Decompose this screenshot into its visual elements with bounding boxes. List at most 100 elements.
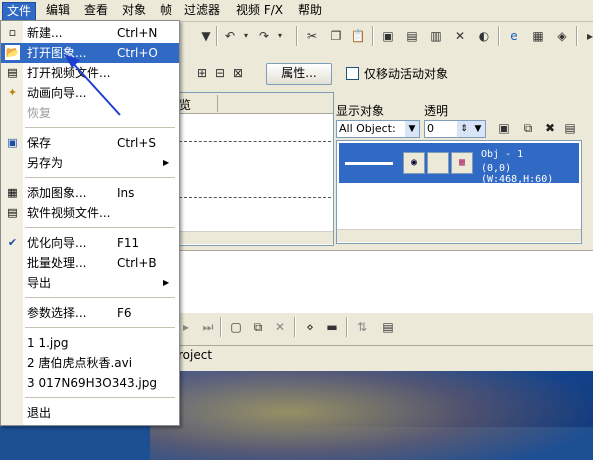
- object-row[interactable]: ◉ ▦ Obj - 1 (0,0)(W:468,H:60): [339, 143, 579, 185]
- image-icon[interactable]: ▤: [404, 28, 420, 44]
- menu-object[interactable]: 对象: [118, 2, 150, 19]
- menubar: 文件 编辑 查看 对象 帧 过滤器 视频 F/X 帮助: [0, 0, 593, 22]
- menu-divider: [25, 227, 175, 228]
- menu-item-export[interactable]: 导出 ▶: [1, 273, 179, 293]
- wizard-icon[interactable]: ◈: [554, 28, 570, 44]
- objects-select-value: All Object:: [339, 122, 396, 135]
- menu-item-recent-1[interactable]: 1 1.jpg: [1, 333, 179, 353]
- menu-item-recent-2[interactable]: 2 唐伯虎点秋香.avi: [1, 353, 179, 373]
- new-object-icon[interactable]: ▣: [496, 120, 512, 136]
- add-frame-icon[interactable]: ▢: [228, 319, 244, 335]
- menu-item-recent-3[interactable]: 3 017N69H3O343.jpg: [1, 373, 179, 393]
- move-active-checkbox[interactable]: [346, 67, 359, 80]
- redo-dropdown-icon[interactable]: ▾: [272, 28, 288, 44]
- preview-icon[interactable]: ▦: [530, 28, 546, 44]
- objects-list: ◉ ▦ Obj - 1 (0,0)(W:468,H:60): [336, 140, 582, 244]
- align-middle-icon[interactable]: ⊟: [212, 65, 228, 81]
- wizard-wand-icon: ✦: [7, 86, 18, 99]
- image-work-area: 览: [178, 92, 334, 246]
- add-image-icon[interactable]: ▥: [428, 28, 444, 44]
- copy-icon[interactable]: ❐: [328, 28, 344, 44]
- eye-icon[interactable]: ◉: [403, 152, 425, 174]
- menu-divider: [25, 397, 175, 398]
- object-properties-icon[interactable]: ▤: [562, 120, 578, 136]
- add-image-icon: ▦: [7, 186, 18, 199]
- annotation-arrow: [64, 54, 121, 116]
- optimize-icon: ✔: [7, 236, 18, 249]
- color-palette-icon[interactable]: ▦: [451, 152, 473, 174]
- frame-toolbar: ▸ ⏭ ▢ ⧉ ✕ ⋄ ▬ ⇅ ▤: [178, 314, 418, 340]
- menu-item-save-as[interactable]: 另存为 ▶: [1, 153, 179, 173]
- filter-icon[interactable]: ◐: [476, 28, 492, 44]
- submenu-arrow-icon: ▶: [163, 158, 170, 167]
- delete-object-icon[interactable]: ✖: [542, 120, 558, 136]
- undo-icon[interactable]: ↶: [222, 28, 238, 44]
- object-name: Obj - 1: [481, 149, 524, 160]
- paste-icon[interactable]: 📋: [350, 28, 366, 44]
- frame-properties-icon[interactable]: ▤: [380, 319, 396, 335]
- menu-view[interactable]: 查看: [80, 2, 112, 19]
- canvas-bottom-edge: [179, 197, 331, 198]
- menu-item-preferences[interactable]: 参数选择... F6: [1, 303, 179, 323]
- objects-select[interactable]: All Object: ▼: [336, 120, 420, 138]
- video-clip-icon: ▤: [7, 206, 18, 219]
- align-right-icon[interactable]: ⊠: [230, 65, 246, 81]
- menu-item-add-video[interactable]: ▤ 软件视频文件...: [1, 203, 179, 223]
- opacity-label: 透明: [424, 104, 449, 118]
- undo-dropdown-icon[interactable]: ▾: [238, 28, 254, 44]
- video-file-icon: ▤: [7, 66, 18, 79]
- spinner-icon[interactable]: ⇕: [457, 121, 471, 137]
- menu-divider: [25, 127, 175, 128]
- chevron-down-icon[interactable]: ▼: [405, 121, 419, 137]
- menu-divider: [25, 327, 175, 328]
- menu-item-batch[interactable]: 批量处理... Ctrl+B: [1, 253, 179, 273]
- delete-frame-icon[interactable]: ✕: [272, 319, 288, 335]
- menu-item-optimize-wizard[interactable]: ✔ 优化向导... F11: [1, 233, 179, 253]
- redo-icon[interactable]: ↷: [256, 28, 272, 44]
- last-frame-icon[interactable]: ⏭: [200, 319, 216, 335]
- reverse-icon[interactable]: ⇅: [354, 319, 370, 335]
- objects-panel: 显示对象 透明 All Object: ▼ 0 ⇕ ▼ ▣ ⧉ ✖ ▤ ◉ ▦ …: [334, 90, 584, 246]
- open-folder-icon: 📂: [5, 45, 20, 60]
- menu-item-save[interactable]: ▣ 保存 Ctrl+S: [1, 133, 179, 153]
- canvas-top-edge: [179, 141, 331, 142]
- lock-toggle[interactable]: [427, 152, 449, 174]
- menu-file[interactable]: 文件: [2, 2, 37, 21]
- menu-item-exit[interactable]: 退出: [1, 403, 179, 423]
- menu-frame[interactable]: 帧: [156, 2, 176, 19]
- dropdown-arrow-icon[interactable]: ▼: [198, 28, 214, 44]
- banner-text-icon[interactable]: ▬: [324, 319, 340, 335]
- duplicate-frame-icon[interactable]: ⧉: [250, 319, 266, 335]
- browser-preview-icon[interactable]: e: [506, 28, 522, 44]
- menu-filter[interactable]: 过滤器: [180, 2, 224, 19]
- tween-icon[interactable]: ⋄: [302, 319, 318, 335]
- cut-icon[interactable]: ✂: [304, 28, 320, 44]
- move-active-label: 仅移动活动对象: [364, 67, 449, 81]
- left-hscroll[interactable]: [179, 231, 333, 244]
- preview-tab[interactable]: 览: [179, 96, 191, 113]
- display-objects-label: 显示对象: [336, 104, 385, 118]
- crop-icon[interactable]: ✕: [452, 28, 468, 44]
- menu-edit[interactable]: 编辑: [42, 2, 74, 19]
- next-frame-icon[interactable]: ▸: [178, 319, 194, 335]
- properties-button[interactable]: 属性...: [266, 63, 332, 85]
- save-frame-icon[interactable]: ▣: [380, 28, 396, 44]
- opacity-spinner[interactable]: 0 ⇕ ▼: [424, 120, 486, 138]
- status-bar: roject: [178, 345, 593, 366]
- objects-hscroll[interactable]: [337, 229, 581, 242]
- new-file-icon: ▫: [8, 26, 17, 39]
- status-project: roject: [178, 348, 213, 362]
- chevron-down-icon[interactable]: ▼: [471, 121, 485, 137]
- align-center-icon[interactable]: ⊞: [194, 65, 210, 81]
- object-info: (0,0)(W:468,H:60): [481, 163, 554, 185]
- submenu-arrow-icon: ▶: [163, 278, 170, 287]
- menu-item-add-image[interactable]: ▦ 添加图象... Ins: [1, 183, 179, 203]
- preview-tab-bar: 览: [179, 93, 333, 114]
- menu-help[interactable]: 帮助: [294, 2, 326, 19]
- menu-item-new[interactable]: ▫ 新建... Ctrl+N: [1, 23, 179, 43]
- menu-divider: [25, 297, 175, 298]
- frame-panel: [178, 250, 593, 313]
- menu-video-fx[interactable]: 视频 F/X: [232, 2, 287, 19]
- more-tools-icon[interactable]: ▸: [582, 28, 593, 44]
- duplicate-object-icon[interactable]: ⧉: [520, 120, 536, 136]
